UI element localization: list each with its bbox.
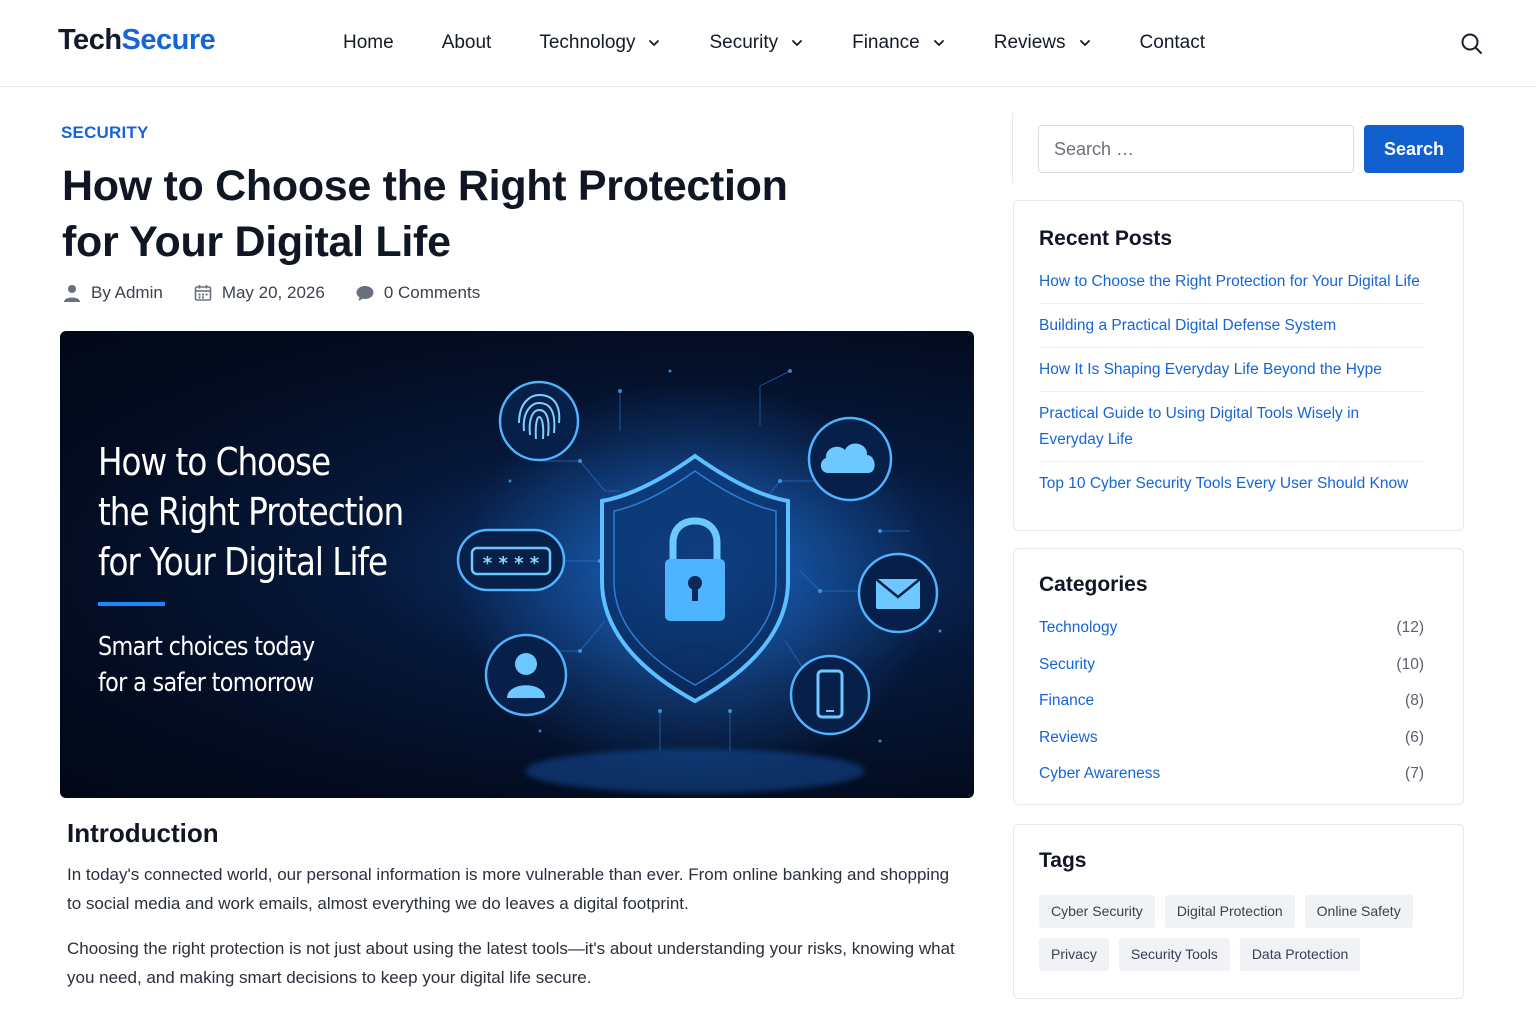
main-nav: Home About Technology Security Finance R… xyxy=(343,32,1253,54)
paragraph: In today's connected world, our personal… xyxy=(67,865,950,913)
tag-link[interactable]: Privacy xyxy=(1039,938,1109,971)
chevron-down-icon xyxy=(792,40,803,46)
hero-title-line: for Your Digital Life xyxy=(98,540,388,584)
nav-item-technology[interactable]: Technology xyxy=(539,32,661,54)
nav-item-security[interactable]: Security xyxy=(709,32,804,54)
nav-item-finance[interactable]: Finance xyxy=(852,32,946,54)
recent-post-link[interactable]: Practical Guide to Using Digital Tools W… xyxy=(1039,399,1424,462)
recent-post-link[interactable]: How It Is Shaping Everyday Life Beyond t… xyxy=(1039,355,1424,392)
widget-title: Tags xyxy=(1039,849,1087,872)
categories-list: Technology (12) Security (10) Finance (8) R… xyxy=(1039,615,1424,798)
hero-title-line: How to Choose xyxy=(98,440,331,484)
nav-label: Technology xyxy=(539,32,636,53)
nav-item-about[interactable]: About xyxy=(442,32,492,54)
tags-widget: Tags Cyber Security Digital Protection O… xyxy=(1013,824,1464,999)
article-title: How to Choose the Right Protection for Y… xyxy=(62,162,788,266)
tag-link[interactable]: Digital Protection xyxy=(1164,895,1295,928)
category-item: Finance (8) xyxy=(1039,688,1424,725)
category-count: (10) xyxy=(1396,655,1424,673)
meta-comments[interactable]: 0 Comments xyxy=(355,283,480,303)
nav-label: Security xyxy=(709,32,779,53)
tag-link[interactable]: Cyber Security xyxy=(1039,895,1155,928)
article-meta: By Admin May 20, 2026 0 Comments xyxy=(62,283,510,303)
nav-label: Finance xyxy=(852,32,920,53)
category-link[interactable]: Security xyxy=(1039,652,1095,689)
meta-author[interactable]: By Admin xyxy=(62,283,163,303)
author-text: By Admin xyxy=(91,283,163,302)
categories-widget: Categories Technology (12) Security (10) F… xyxy=(1013,548,1464,805)
date-text: May 20, 2026 xyxy=(221,283,325,302)
category-count: (8) xyxy=(1405,692,1424,710)
user-icon xyxy=(484,633,568,717)
category-link[interactable]: Cyber Awareness xyxy=(1039,761,1160,798)
nav-item-home[interactable]: Home xyxy=(343,32,394,54)
site-logo[interactable]: TechSecure xyxy=(58,24,216,57)
hero-divider xyxy=(98,602,165,606)
recent-post-link[interactable]: Building a Practical Digital Defense Sys… xyxy=(1039,311,1424,348)
category-link[interactable]: Finance xyxy=(1039,688,1094,725)
hero-title: How to Choose the Right Protection for Y… xyxy=(98,437,425,587)
hero-subtitle-line: Smart choices today xyxy=(98,632,315,662)
category-item: Cyber Awareness (7) xyxy=(1039,761,1424,798)
category-item: Security (10) xyxy=(1039,652,1424,689)
category-link[interactable]: Reviews xyxy=(1039,725,1098,762)
recent-posts-widget: Recent Posts How to Choose the Right Pro… xyxy=(1013,200,1464,531)
fingerprint-icon xyxy=(498,380,580,462)
category-item: Technology (12) xyxy=(1039,615,1424,652)
category-item: Reviews (6) xyxy=(1039,725,1424,762)
intro-heading: Introduction xyxy=(67,818,219,848)
nav-label: Home xyxy=(343,32,394,53)
email-icon xyxy=(857,552,939,634)
recent-post-link[interactable]: How to Choose the Right Protection for Y… xyxy=(1039,267,1424,304)
recent-post-link[interactable]: Top 10 Cyber Security Tools Every User S… xyxy=(1039,469,1424,505)
hero-subtitle-line: for a safer tomorrow xyxy=(98,668,314,698)
tag-link[interactable]: Online Safety xyxy=(1304,895,1413,928)
category-count: (12) xyxy=(1396,619,1424,636)
search-icon[interactable] xyxy=(1458,30,1486,58)
meta-date: May 20, 2026 xyxy=(193,283,325,303)
hero-title-line: the Right Protection xyxy=(98,490,404,534)
tag-cloud: Cyber Security Digital Protection Online… xyxy=(1039,895,1449,981)
nav-item-reviews[interactable]: Reviews xyxy=(994,32,1092,54)
logo-text-secure: Secure xyxy=(121,24,216,56)
category-link[interactable]: Technology xyxy=(1039,615,1117,652)
category-count: (6) xyxy=(1405,728,1424,746)
phone-icon xyxy=(789,654,871,736)
search-button[interactable]: Search xyxy=(1364,125,1464,173)
widget-title: Recent Posts xyxy=(1039,227,1173,250)
site-header: TechSecure Home About Technology Securit… xyxy=(0,0,1536,87)
tag-link[interactable]: Security Tools xyxy=(1118,938,1230,971)
chevron-down-icon xyxy=(933,40,944,46)
recent-posts-list: How to Choose the Right Protection for Y… xyxy=(1039,267,1424,512)
tag-link[interactable]: Data Protection xyxy=(1239,938,1361,971)
chevron-down-icon xyxy=(649,40,660,46)
article-category-link[interactable]: SECURITY xyxy=(61,123,149,143)
comment-icon xyxy=(356,286,374,301)
nav-label: Reviews xyxy=(993,32,1066,53)
logo-text-tech: Tech xyxy=(58,24,122,56)
search-input[interactable] xyxy=(1038,125,1354,173)
category-count: (7) xyxy=(1405,765,1424,783)
paragraph: Choosing the right protection is not jus… xyxy=(67,939,955,987)
nav-label: About xyxy=(441,32,492,53)
cloud-icon xyxy=(807,416,893,502)
comments-text: 0 Comments xyxy=(383,283,481,302)
svg-text:* * * *: * * * * xyxy=(483,553,540,574)
calendar-icon xyxy=(194,285,212,301)
nav-item-contact[interactable]: Contact xyxy=(1140,32,1205,54)
chevron-down-icon xyxy=(1079,40,1090,46)
hero-subtitle: Smart choices today for a safer tomorrow xyxy=(98,629,315,701)
nav-label: Contact xyxy=(1139,32,1206,53)
featured-image: * * * * How to Choose the Right Protecti… xyxy=(60,331,974,798)
user-icon xyxy=(64,285,80,302)
widget-title: Categories xyxy=(1039,573,1148,596)
sidebar-divider xyxy=(1012,113,1013,183)
